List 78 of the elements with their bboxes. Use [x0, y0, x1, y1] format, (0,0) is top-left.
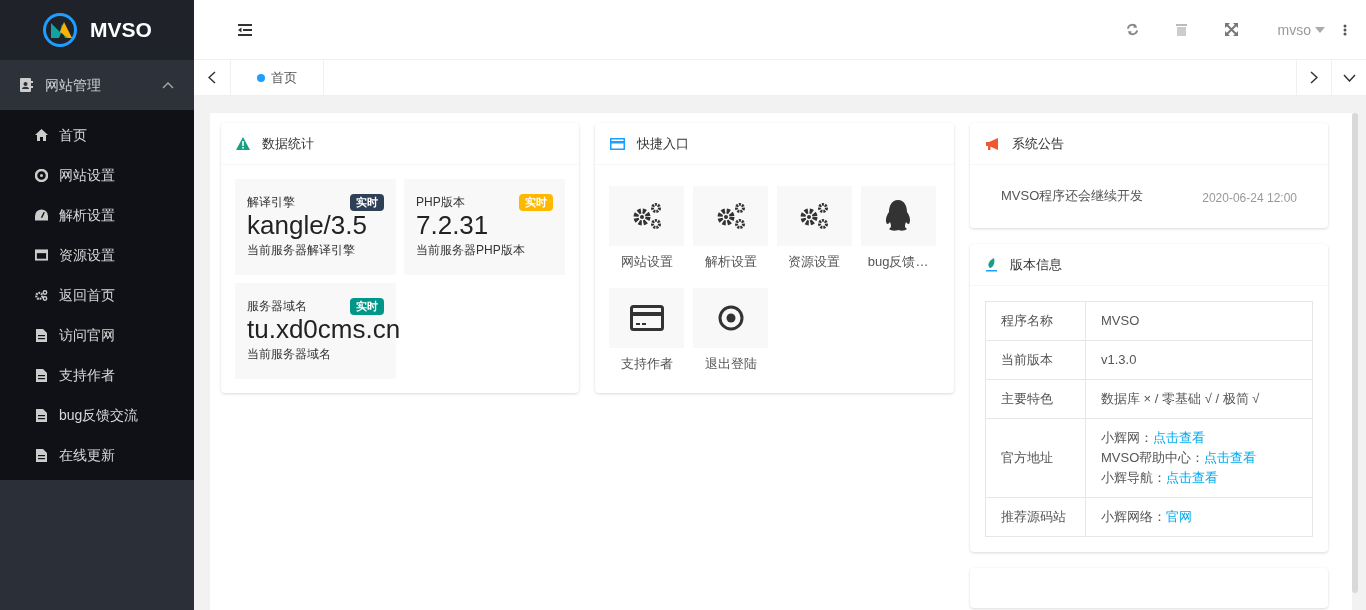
card-title: 快捷入口: [637, 134, 689, 153]
contacts-icon: [20, 78, 33, 92]
table-cell: 当前版本: [985, 340, 1086, 380]
dashboard-icon: [35, 209, 48, 221]
target-icon: [717, 304, 744, 331]
card-title: 版本信息: [1010, 255, 1062, 274]
chevron-left-icon: [208, 71, 216, 84]
document-icon: [36, 408, 47, 422]
table-cell: MVSO帮助中心：: [1101, 450, 1205, 465]
sidebar-item[interactable]: 访问官网: [0, 315, 194, 355]
stat-value: tu.xd0cms.cn: [247, 313, 401, 345]
shortcut-label[interactable]: 资源设置: [788, 252, 841, 272]
warning-icon: [236, 137, 250, 150]
live-badge: 实时: [519, 193, 553, 211]
stat-label: 服务器域名: [247, 298, 307, 315]
sidebar-item[interactable]: 在线更新: [0, 435, 194, 475]
notice-text[interactable]: MVSO程序还会继续开发: [1001, 185, 1144, 206]
logo-text: MVSO: [90, 17, 152, 44]
live-badge: 实时: [350, 297, 384, 315]
table-cell: 小辉导航：: [1101, 470, 1166, 485]
shortcut-button[interactable]: [693, 287, 769, 348]
table-cell: 主要特色: [985, 379, 1086, 419]
table-cell: v1.3.0: [1101, 352, 1137, 367]
stat-value: kangle/3.5: [247, 209, 367, 241]
table-cell: 小辉网络：: [1101, 509, 1166, 524]
logo-icon: [42, 12, 79, 48]
stat-note: 当前服务器域名: [247, 346, 332, 363]
shortcut-label[interactable]: 支持作者: [620, 353, 673, 373]
table-cell: 小辉网：: [1101, 430, 1153, 445]
document-icon: [36, 448, 47, 462]
shortcut-label[interactable]: bug反馈…: [867, 252, 929, 272]
shortcut-button[interactable]: [609, 186, 685, 246]
caret-icon: [1315, 26, 1325, 33]
card-title: 系统公告: [1012, 134, 1064, 153]
live-badge: 实时: [350, 193, 384, 211]
sidebar-item[interactable]: 支持作者: [0, 355, 194, 395]
page-tab[interactable]: 首页: [231, 60, 324, 95]
refresh-icon[interactable]: [1125, 23, 1139, 36]
home-icon: [35, 129, 48, 141]
menu-icon[interactable]: [238, 23, 252, 36]
fullscreen-icon[interactable]: [1224, 23, 1238, 36]
credit-card-icon: [629, 304, 664, 331]
stat-label: PHP版本: [416, 194, 465, 211]
window-icon: [35, 249, 48, 261]
stat-value: 7.2.31: [416, 209, 489, 241]
credit-card-icon: [610, 137, 625, 150]
shortcut-label[interactable]: 网站设置: [620, 252, 673, 272]
shortcut-button[interactable]: [693, 186, 769, 246]
gears-icon: [798, 202, 831, 230]
sidebar-item[interactable]: 网站设置: [0, 155, 194, 195]
card-title: 数据统计: [262, 134, 314, 153]
stat-note: 当前服务器解译引擎: [247, 242, 356, 259]
shortcut-label[interactable]: 解析设置: [704, 252, 757, 272]
sidebar-item[interactable]: 返回首页: [0, 275, 194, 315]
table-cell: 推荐源码站: [985, 497, 1086, 537]
leaf-icon: [985, 257, 998, 272]
chevron-down-icon: [1342, 73, 1356, 82]
gears-icon: [35, 288, 48, 302]
more-icon[interactable]: [1343, 23, 1347, 36]
table-cell: 数据库 × / 零基础 √ / 极简 √: [1101, 391, 1260, 406]
table-cell: 官方地址: [985, 418, 1086, 498]
table-cell: 程序名称: [985, 301, 1086, 341]
chevron-right-icon: [1310, 71, 1318, 84]
notice-time: 2020-06-24 12:00: [1202, 190, 1297, 207]
table-cell: MVSO: [1101, 313, 1140, 328]
sidebar-item[interactable]: 资源设置: [0, 235, 194, 275]
stat-label: 解译引擎: [247, 194, 295, 211]
shortcut-button[interactable]: [776, 186, 852, 246]
shortcut-button[interactable]: [860, 186, 936, 246]
sidebar-item[interactable]: bug反馈交流: [0, 395, 194, 435]
sidebar-item[interactable]: 解析设置: [0, 195, 194, 235]
stat-note: 当前服务器PHP版本: [416, 242, 526, 259]
document-icon: [36, 328, 47, 342]
shortcut-label[interactable]: 退出登陆: [704, 353, 757, 373]
sidebar-item[interactable]: 首页: [0, 115, 194, 155]
megaphone-icon: [985, 137, 1000, 150]
document-icon: [36, 368, 47, 382]
shortcut-button[interactable]: [609, 287, 685, 348]
